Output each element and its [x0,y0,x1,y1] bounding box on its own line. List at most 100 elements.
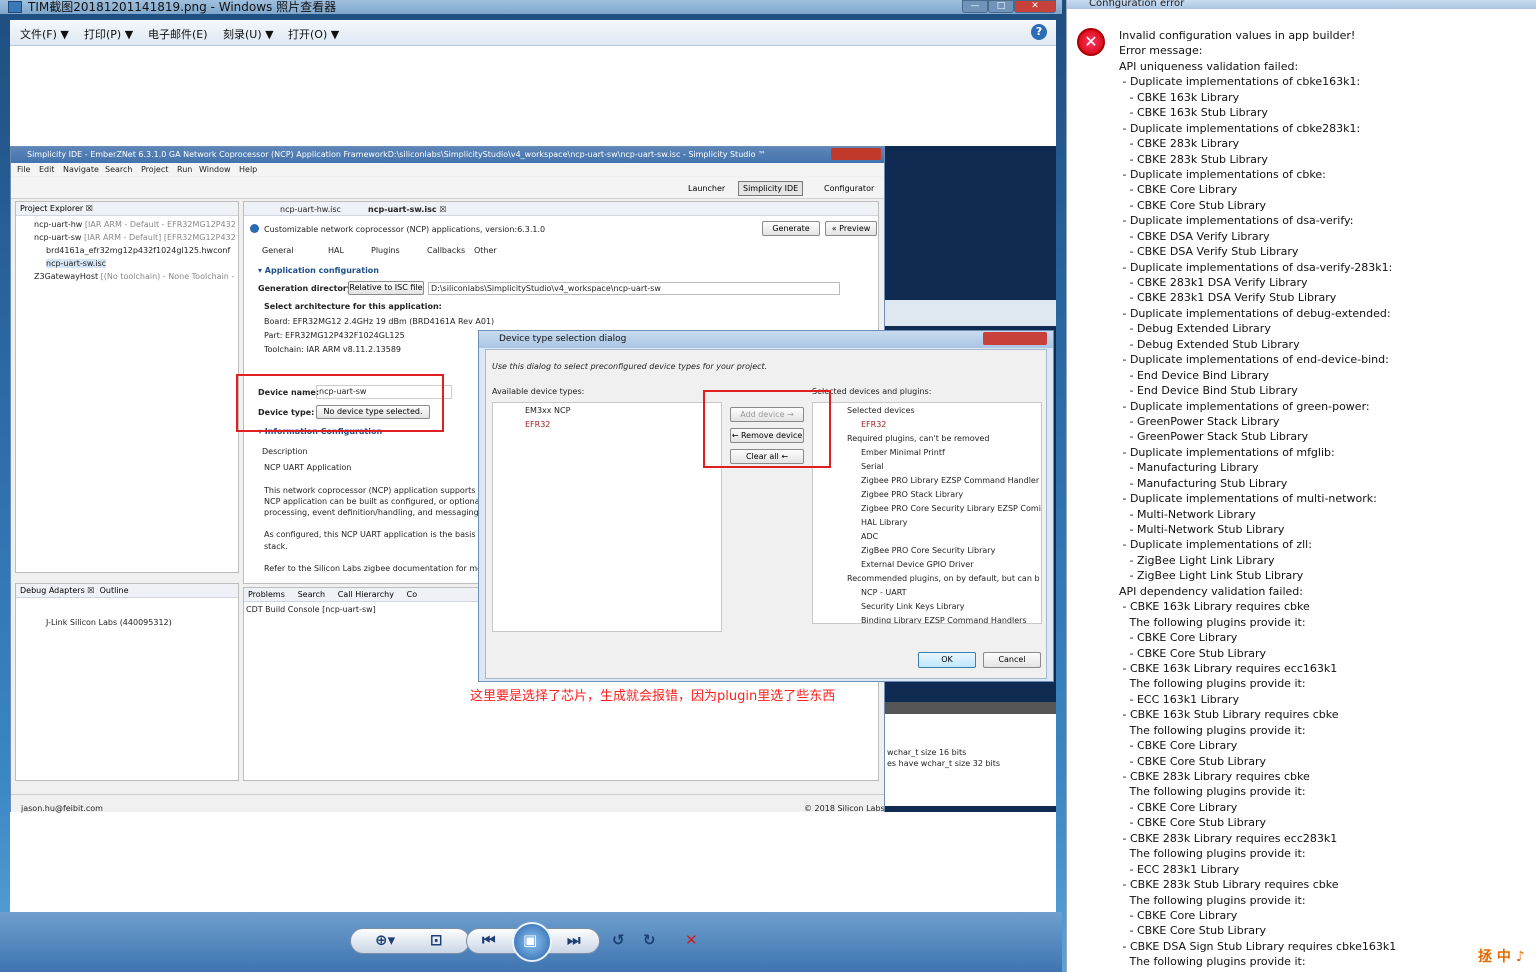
tree-node[interactable]: ADC [861,532,878,541]
menu-run[interactable]: Run [177,165,192,174]
rotate-left-icon[interactable]: ↺ [612,931,625,949]
desc-line: processing, event definition/handling, a… [264,508,494,517]
section-app-config[interactable]: ▾ Application configuration [258,266,379,275]
menu-window[interactable]: Window [199,165,231,174]
help-icon[interactable]: ? [1031,24,1047,40]
tab-ncp-uart-hw[interactable]: ncp-uart-hw.isc [280,205,341,214]
tree-item[interactable]: ncp-uart-sw [IAR ARM - Default] [EFR32MG… [34,233,236,242]
tree-node[interactable]: NCP - UART [861,588,907,597]
tab-problems[interactable]: Problems [248,590,285,599]
actual-size-icon[interactable]: ⊡ [430,931,443,949]
zoom-icon[interactable]: ⊕▾ [375,931,395,949]
tab-outline[interactable]: Outline [100,586,129,595]
tab-other[interactable]: Other [474,246,497,255]
ok-button[interactable]: OK [918,652,976,668]
menu-file[interactable]: File [17,165,30,174]
error-line: The following plugins provide it: [1119,847,1306,861]
tab-call-hierarchy[interactable]: Call Hierarchy [338,590,394,599]
perspective-configurator[interactable]: Configurator [819,181,879,196]
device-em3xx-ncp[interactable]: EM3xx NCP [525,406,570,415]
ime-tray-icon[interactable]: 拯 中 ♪ [1478,946,1525,966]
tree-node[interactable]: Security Link Keys Library [861,602,965,611]
tree-node[interactable]: Zigbee PRO Stack Library [861,490,963,499]
tree-item[interactable]: ncp-uart-sw.isc [46,259,107,268]
menu-print[interactable]: 打印(P) ▼ [84,26,133,42]
menu-project[interactable]: Project [141,165,168,174]
tree-node[interactable]: Recommended plugins, on by default, but … [847,574,1040,583]
dialog-window-controls[interactable] [983,332,1047,345]
minimize-button[interactable]: — [962,0,988,13]
error-line: The following plugins provide it: [1119,615,1306,629]
tree-node[interactable]: Ember Minimal Printf [861,448,945,457]
menu-search[interactable]: Search [105,165,132,174]
preview-button[interactable]: « Preview [825,221,877,236]
tree-item[interactable]: ncp-uart-hw [IAR ARM - Default - EFR32MG… [34,220,236,229]
maximize-button[interactable]: □ [988,0,1014,13]
tab-search[interactable]: Search [298,590,325,599]
error-line: - Multi-Network Library [1119,507,1256,521]
tab-general[interactable]: General [262,246,294,255]
tree-node[interactable]: Serial [861,462,884,471]
menu-email[interactable]: 电子邮件(E) [148,26,208,42]
menu-edit[interactable]: Edit [39,165,55,174]
tab-console[interactable]: Co [407,590,417,599]
close-button[interactable]: ✕ [1014,0,1056,13]
error-line: - CBKE 283k1 DSA Verify Library [1119,276,1308,289]
error-line: - CBKE Core Library [1119,183,1238,197]
menu-help[interactable]: Help [239,165,257,174]
gen-dir-input[interactable]: D:\siliconlabs\SimplicityStudio\v4_works… [428,282,840,295]
error-line: - End Device Bind Library [1119,368,1269,382]
background-console: wchar_t size 16 bits es have wchar_t siz… [885,714,1056,806]
error-line: - CBKE 283k Stub Library requires cbke [1119,878,1339,892]
tree-node[interactable]: Zigbee PRO Library EZSP Command Handler [861,476,1039,485]
highlight-dialog-buttons [703,390,831,468]
tree-node[interactable]: HAL Library [861,518,907,527]
menu-open[interactable]: 打开(O) ▼ [288,26,339,42]
project-explorer: Project Explorer ☒ ncp-uart-hw [IAR ARM … [15,201,239,573]
project-explorer-header: Project Explorer ☒ [16,202,238,216]
error-line: - Duplicate implementations of cbke163k1… [1119,75,1361,89]
perspective-simplicity-ide[interactable]: Simplicity IDE [738,181,804,196]
next-icon[interactable]: ⏭ [567,931,581,949]
menu-navigate[interactable]: Navigate [63,165,99,174]
error-line: - CBKE 163k Stub Library [1119,106,1268,120]
tree-node[interactable]: Selected devices [847,406,915,415]
error-line: - Duplicate implementations of green-pow… [1119,399,1370,413]
tree-node[interactable]: Zigbee PRO Core Security Library EZSP Co… [861,504,1041,513]
tree-node[interactable]: EFR32 [861,420,886,429]
tree-node[interactable]: ZigBee PRO Core Security Library [861,546,995,555]
error-line: - CBKE Core Stub Library [1119,924,1267,938]
status-user: jason.hu@feibit.com [21,804,103,813]
perspective-launcher[interactable]: Launcher [683,181,730,196]
jlink-adapter[interactable]: J-Link Silicon Labs (440095312) [46,618,172,627]
error-icon: ✕ [1077,28,1105,56]
tab-hal[interactable]: HAL [328,246,344,255]
debug-adapters-header: Debug Adapters ☒ Outline [16,584,238,598]
delete-icon[interactable]: ✕ [685,931,698,949]
desc-line: As configured, this NCP UART application… [264,530,490,539]
tab-callbacks[interactable]: Callbacks [427,246,465,255]
cancel-button[interactable]: Cancel [983,652,1041,668]
error-line: - CBKE Core Stub Library [1119,754,1267,768]
error-line: The following plugins provide it: [1119,677,1306,691]
tree-node[interactable]: Binding Library EZSP Command Handlers [861,616,1027,623]
previous-icon[interactable]: ⏮ [482,931,496,949]
tree-node[interactable]: External Device GPIO Driver [861,560,973,569]
tab-plugins[interactable]: Plugins [371,246,400,255]
menu-file[interactable]: 文件(F) ▼ [20,26,69,42]
error-line: - Duplicate implementations of mfglib: [1119,445,1335,459]
menu-burn[interactable]: 刻录(U) ▼ [223,26,274,42]
relative-isc-button[interactable]: Relative to ISC file [348,281,424,295]
error-line: - CBKE 163k Stub Library requires cbke [1119,708,1339,722]
generate-button[interactable]: Generate [762,221,820,236]
tab-ncp-uart-sw[interactable]: ncp-uart-sw.isc ☒ [368,205,447,214]
selected-tree: Selected devices EFR32 Required plugins,… [812,402,1042,624]
error-line: - Duplicate implementations of multi-net… [1119,492,1377,506]
rotate-right-icon[interactable]: ↻ [643,931,656,949]
tree-item[interactable]: Z3GatewayHost [(No toolchain) - None Too… [34,272,234,281]
device-efr32[interactable]: EFR32 [525,420,550,429]
tree-node[interactable]: Required plugins, can't be removed [847,434,989,443]
studio-window-controls[interactable] [831,148,881,160]
tree-item[interactable]: brd4161a_efr32mg12p432f1024gl125.hwconf [46,246,230,255]
console-title: CDT Build Console [ncp-uart-sw] [246,605,376,614]
